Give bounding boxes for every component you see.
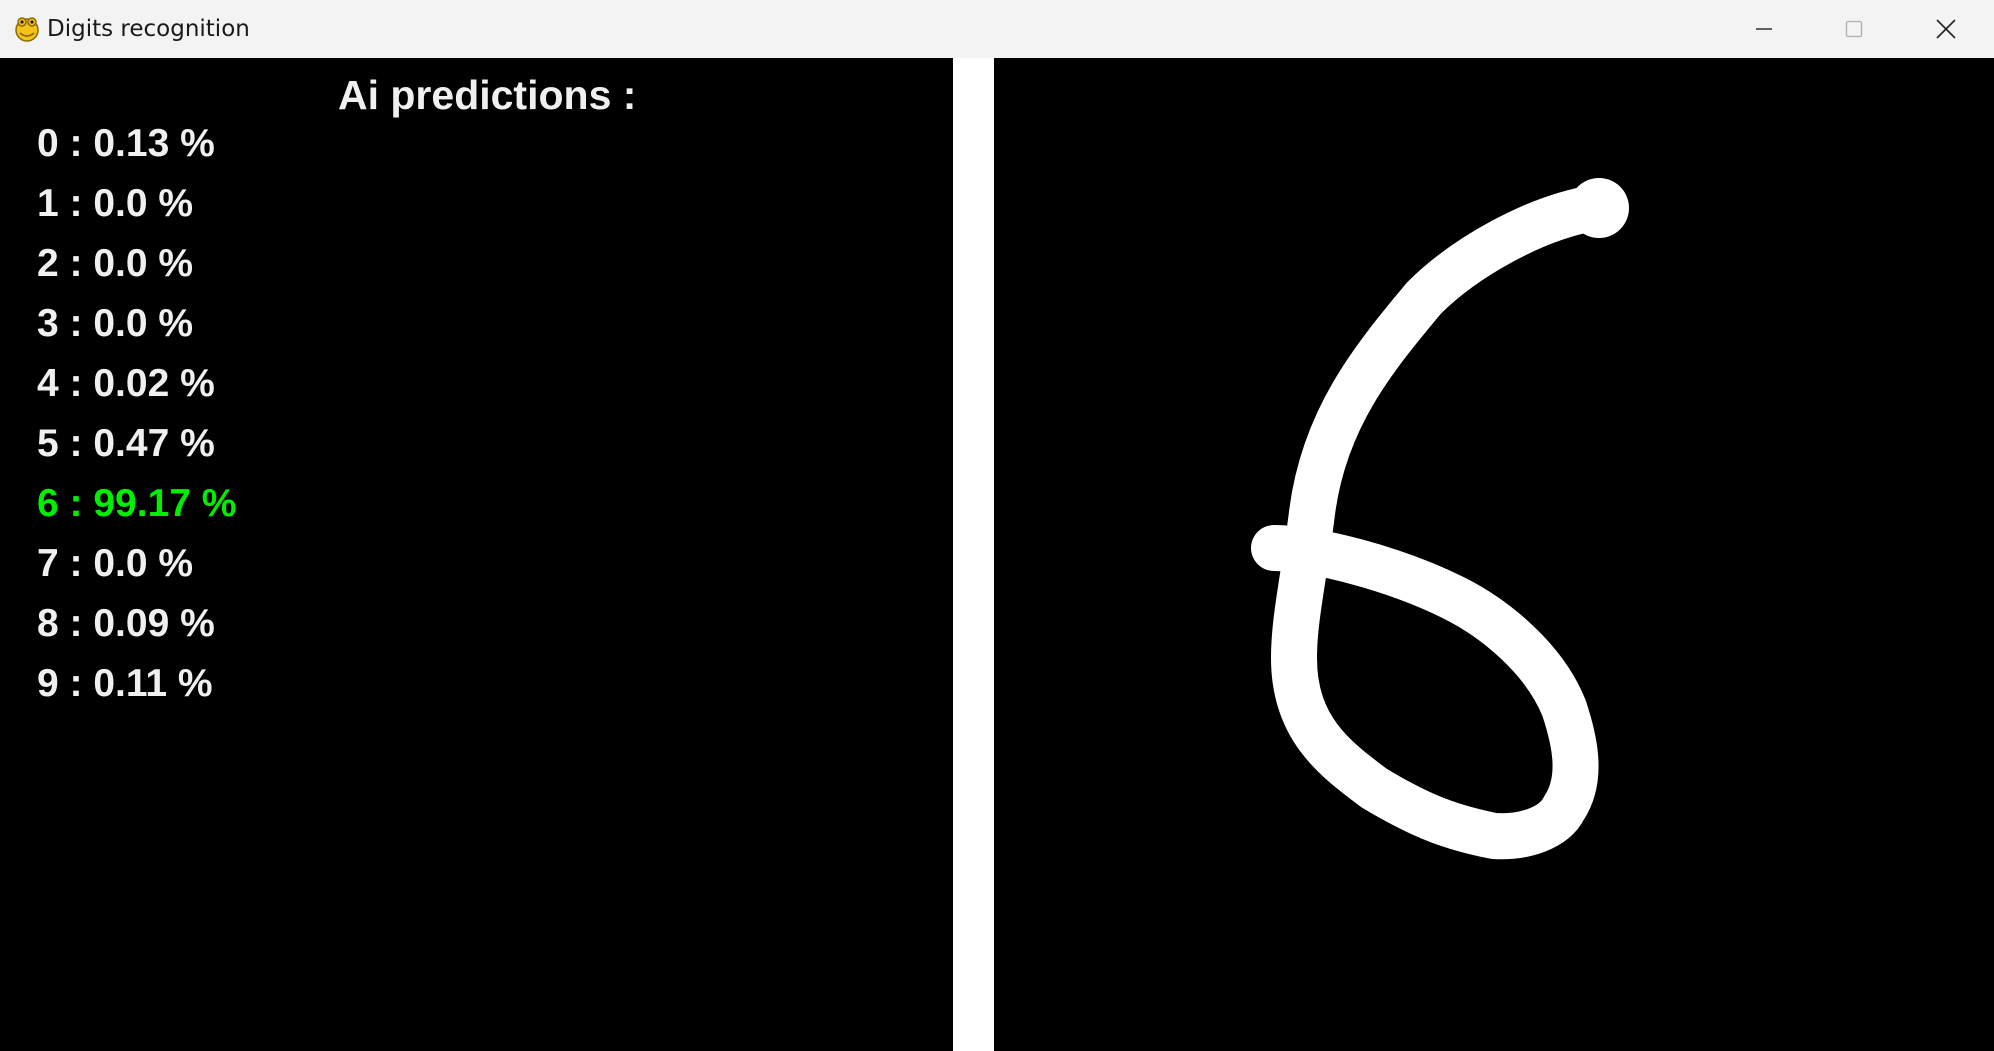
prediction-row-5: 5 : 0.47 % (37, 422, 215, 465)
pygame-snake-icon (15, 17, 39, 42)
drawn-digit-stroke (1251, 178, 1629, 860)
game-surface: Ai predictions : 0 : 0.13 % 1 : 0.0 % 2 … (0, 58, 1994, 1051)
prediction-row-8: 8 : 0.09 % (37, 602, 215, 645)
maximize-icon (1845, 20, 1863, 38)
close-button[interactable] (1900, 0, 1992, 58)
predictions-title: Ai predictions : (338, 72, 637, 118)
prediction-row-7: 7 : 0.0 % (37, 542, 194, 585)
minimize-button[interactable] (1718, 0, 1810, 58)
prediction-row-9: 9 : 0.11 % (37, 662, 213, 705)
maximize-button[interactable] (1808, 0, 1900, 58)
predictions-panel: Ai predictions : 0 : 0.13 % 1 : 0.0 % 2 … (0, 58, 953, 1051)
prediction-row-4: 4 : 0.02 % (37, 362, 215, 405)
prediction-row-1: 1 : 0.0 % (37, 182, 194, 225)
app-window: Digits recognition Ai predictions : 0 : … (0, 0, 1994, 1051)
drawing-canvas[interactable] (994, 58, 1994, 1051)
prediction-row-0: 0 : 0.13 % (37, 122, 215, 165)
prediction-row-6-top: 6 : 99.17 % (37, 482, 237, 525)
title-bar[interactable]: Digits recognition (0, 0, 1994, 58)
prediction-row-2: 2 : 0.0 % (37, 242, 194, 285)
predictions-list: 0 : 0.13 % 1 : 0.0 % 2 : 0.0 % 3 : 0.0 %… (37, 114, 236, 714)
window-title: Digits recognition (47, 16, 250, 42)
prediction-row-3: 3 : 0.0 % (37, 302, 194, 345)
minimize-icon (1756, 28, 1772, 30)
close-icon (1936, 19, 1956, 39)
panel-divider (953, 58, 994, 1051)
